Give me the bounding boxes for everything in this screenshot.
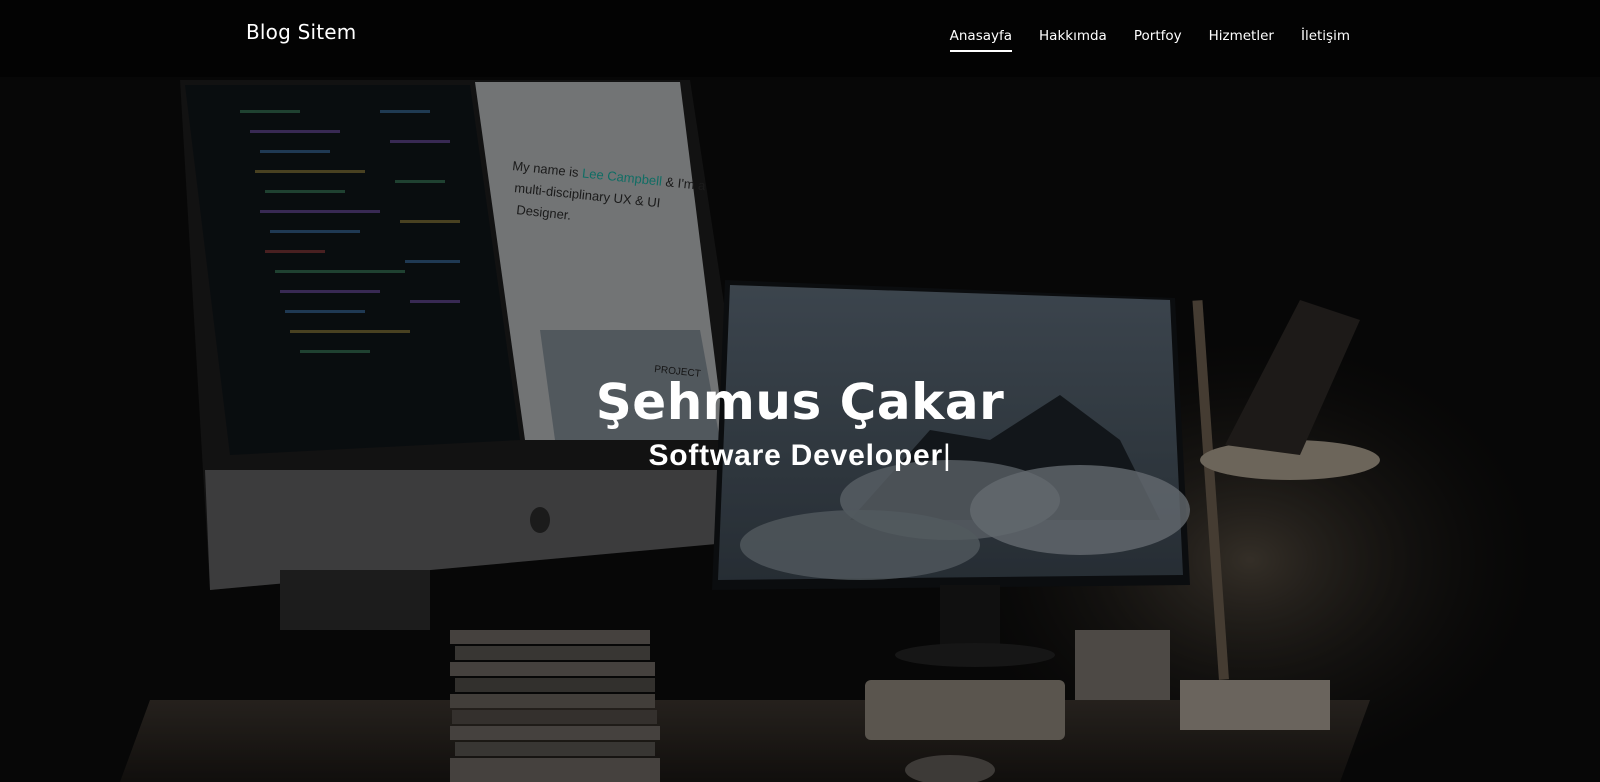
hero-content: Şehmus Çakar Software Developer|: [0, 372, 1600, 474]
nav-link-anasayfa[interactable]: Anasayfa: [949, 28, 1013, 52]
nav-link-iletisim[interactable]: İletişim: [1301, 28, 1350, 52]
nav-item: İletişim: [1301, 27, 1350, 52]
hero-role-text: Software Developer: [648, 439, 943, 472]
page: My name is Lee Campbell & I'm a multi-di…: [0, 0, 1600, 782]
typing-cursor: |: [942, 439, 952, 472]
nav-link-hizmetler[interactable]: Hizmetler: [1209, 28, 1274, 52]
hero-role-typed: Software Developer|: [0, 438, 1600, 474]
hero-name-heading: Şehmus Çakar: [595, 373, 1005, 431]
nav-menu: Anasayfa Hakkımda Portfoy Hizmetler İlet…: [923, 27, 1350, 52]
brand-logo-link[interactable]: Blog Sitem: [246, 20, 356, 44]
nav-item: Portfoy: [1134, 27, 1182, 52]
nav-link-hakkimda[interactable]: Hakkımda: [1039, 28, 1107, 52]
nav-item: Hakkımda: [1039, 27, 1107, 52]
nav-item: Anasayfa: [949, 27, 1013, 52]
nav-link-portfoy[interactable]: Portfoy: [1134, 28, 1182, 52]
navbar: Blog Sitem Anasayfa Hakkımda Portfoy Hiz…: [0, 0, 1600, 77]
nav-item: Hizmetler: [1209, 27, 1274, 52]
